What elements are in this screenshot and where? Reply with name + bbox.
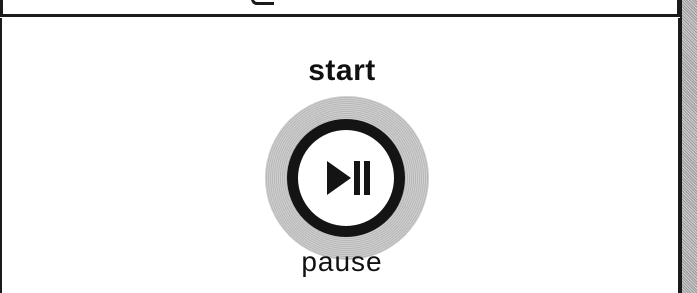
right-edge-shading: [680, 0, 697, 293]
start-pause-button[interactable]: [287, 119, 405, 237]
control-area: start pause: [0, 18, 680, 293]
cropped-glyph: [251, 0, 274, 5]
device-panel: start pause: [0, 0, 697, 293]
play-pause-icon: [327, 161, 370, 195]
pause-label: pause: [301, 246, 383, 277]
start-label: start: [308, 54, 376, 87]
upper-panel-edge: [0, 0, 680, 17]
